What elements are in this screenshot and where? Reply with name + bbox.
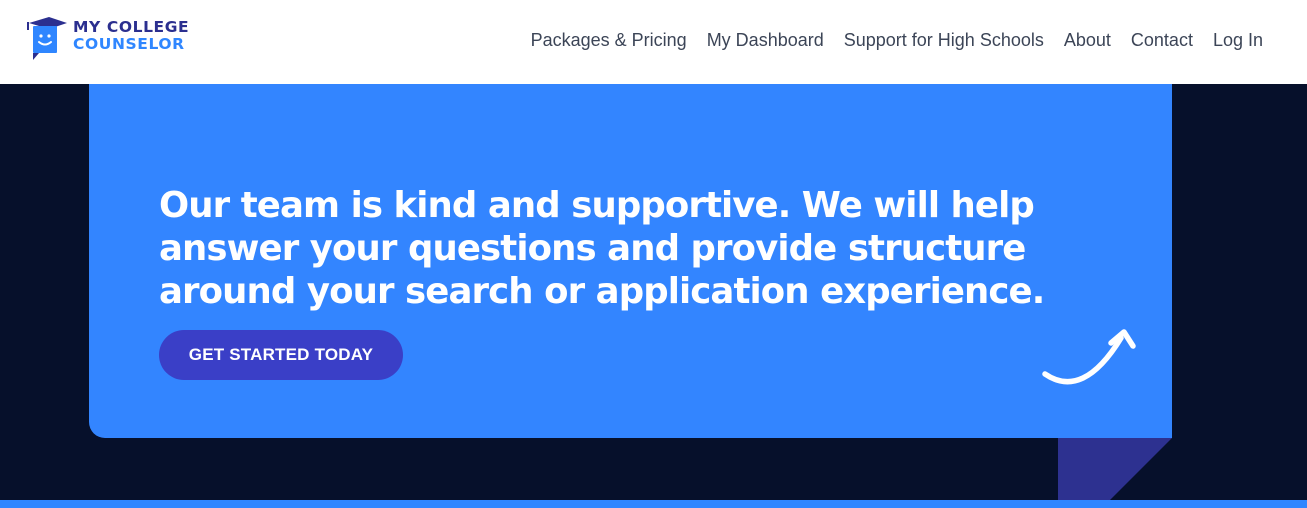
nav-link-packages-pricing[interactable]: Packages & Pricing xyxy=(531,28,687,52)
brand-line-2: COUNSELOR xyxy=(73,35,185,53)
hero-card: Our team is kind and supportive. We will… xyxy=(89,84,1172,438)
hero-section: Our team is kind and supportive. We will… xyxy=(0,84,1307,500)
nav-link-log-in[interactable]: Log In xyxy=(1213,28,1263,52)
card-corner xyxy=(1152,418,1172,438)
hero-headline: Our team is kind and supportive. We will… xyxy=(159,185,1045,312)
brand-logo[interactable]: MY COLLEGE COUNSELOR xyxy=(27,17,227,63)
nav-link-about[interactable]: About xyxy=(1064,28,1111,52)
site-header: MY COLLEGE COUNSELOR Packages & Pricing … xyxy=(0,0,1307,84)
bottom-accent-strip xyxy=(0,500,1307,508)
brand-line-1: MY COLLEGE xyxy=(73,18,190,36)
speech-bubble-tail xyxy=(1058,438,1172,500)
get-started-button[interactable]: GET STARTED TODAY xyxy=(159,330,403,380)
smiley-graduation-cap-icon xyxy=(27,17,67,60)
main-nav: Packages & Pricing My Dashboard Support … xyxy=(531,28,1263,52)
nav-link-my-dashboard[interactable]: My Dashboard xyxy=(707,28,824,52)
brand-name: MY COLLEGE COUNSELOR xyxy=(73,19,189,53)
nav-link-support-high-schools[interactable]: Support for High Schools xyxy=(844,28,1044,52)
nav-link-contact[interactable]: Contact xyxy=(1131,28,1193,52)
curved-arrow-icon xyxy=(1042,329,1136,385)
